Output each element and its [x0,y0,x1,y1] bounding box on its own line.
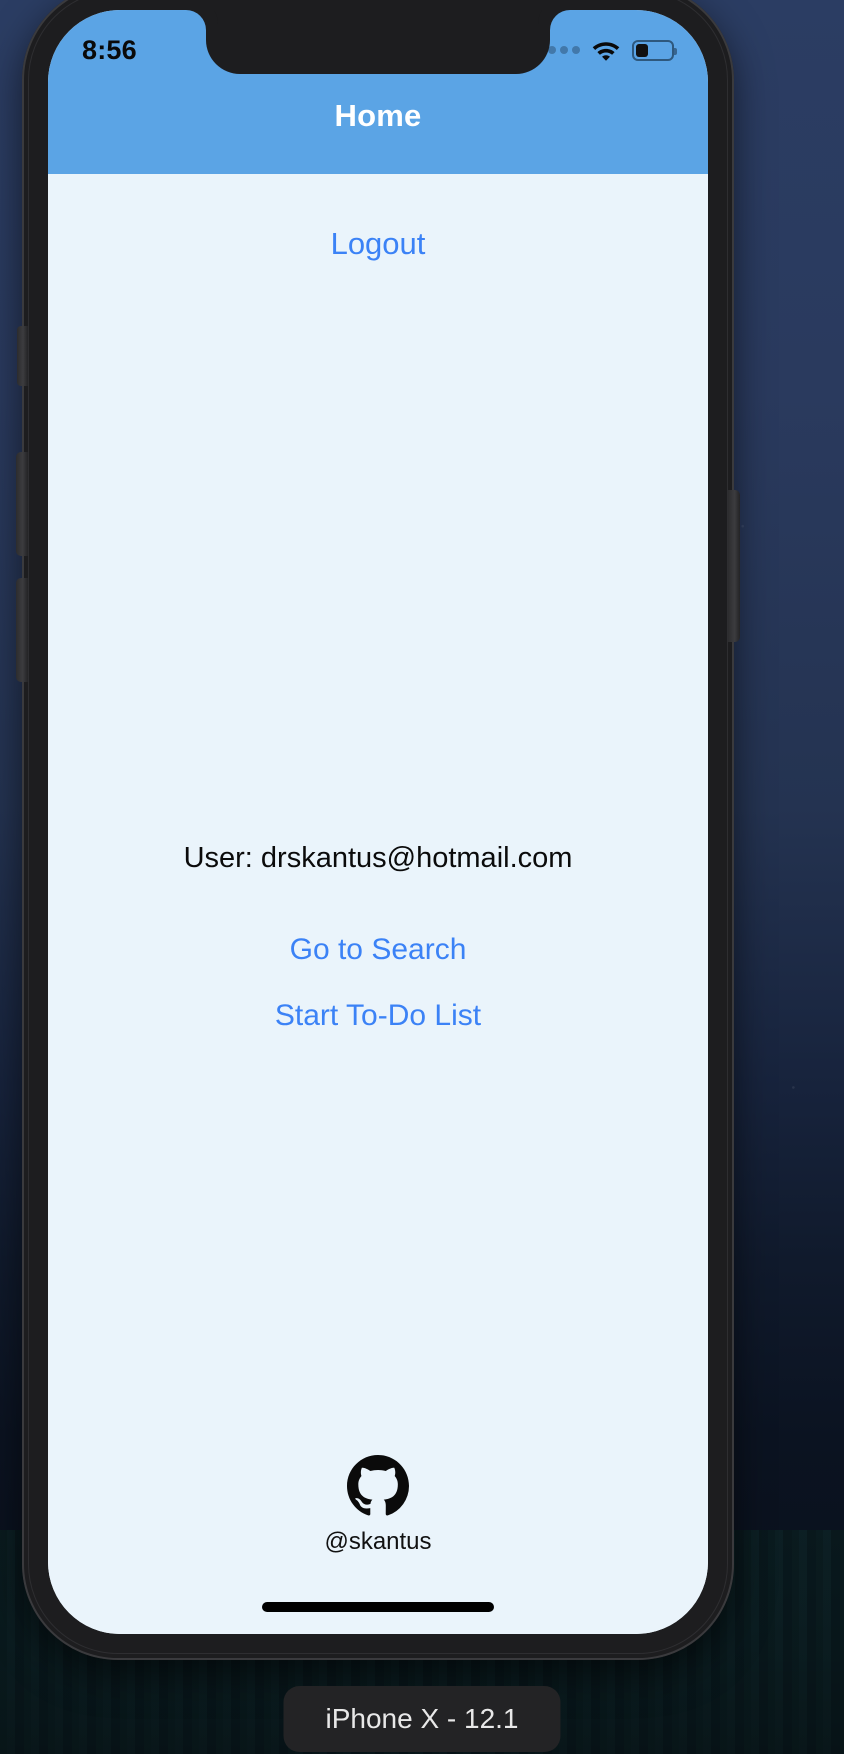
status-bar-time: 8:56 [82,34,137,65]
volume-down-button[interactable] [16,578,28,682]
app-content: Logout User: drskantus@hotmail.com Go to… [48,174,708,1634]
github-octocat-icon[interactable] [347,1455,409,1522]
github-handle-label: @skantus [324,1528,432,1555]
navigation-bar: 8:56 Home [48,10,708,174]
go-to-search-link[interactable]: Go to Search [290,935,467,965]
status-bar-indicators [536,39,677,61]
device-notch [206,10,550,74]
current-user-label: User: drskantus@hotmail.com [183,842,573,874]
battery-icon [632,39,677,61]
iphone-device-frame: 8:56 Home Logout User: drskantus@hotmail… [16,0,740,1660]
footer-credit: @skantus [48,1455,708,1554]
volume-up-button[interactable] [16,452,28,556]
center-content-block: User: drskantus@hotmail.com Go to Search… [48,844,708,1031]
home-indicator[interactable] [262,1602,494,1612]
page-title: Home [334,98,422,133]
silent-switch[interactable] [17,326,28,386]
wifi-icon [591,39,621,61]
device-name-label: iPhone X - 12.1 [283,1686,561,1752]
start-todo-list-link[interactable]: Start To-Do List [275,1001,481,1031]
device-screen: 8:56 Home Logout User: drskantus@hotmail… [48,10,708,1634]
power-button[interactable] [728,490,740,642]
logout-button[interactable]: Logout [331,228,426,259]
battery-fill-level [636,43,649,57]
